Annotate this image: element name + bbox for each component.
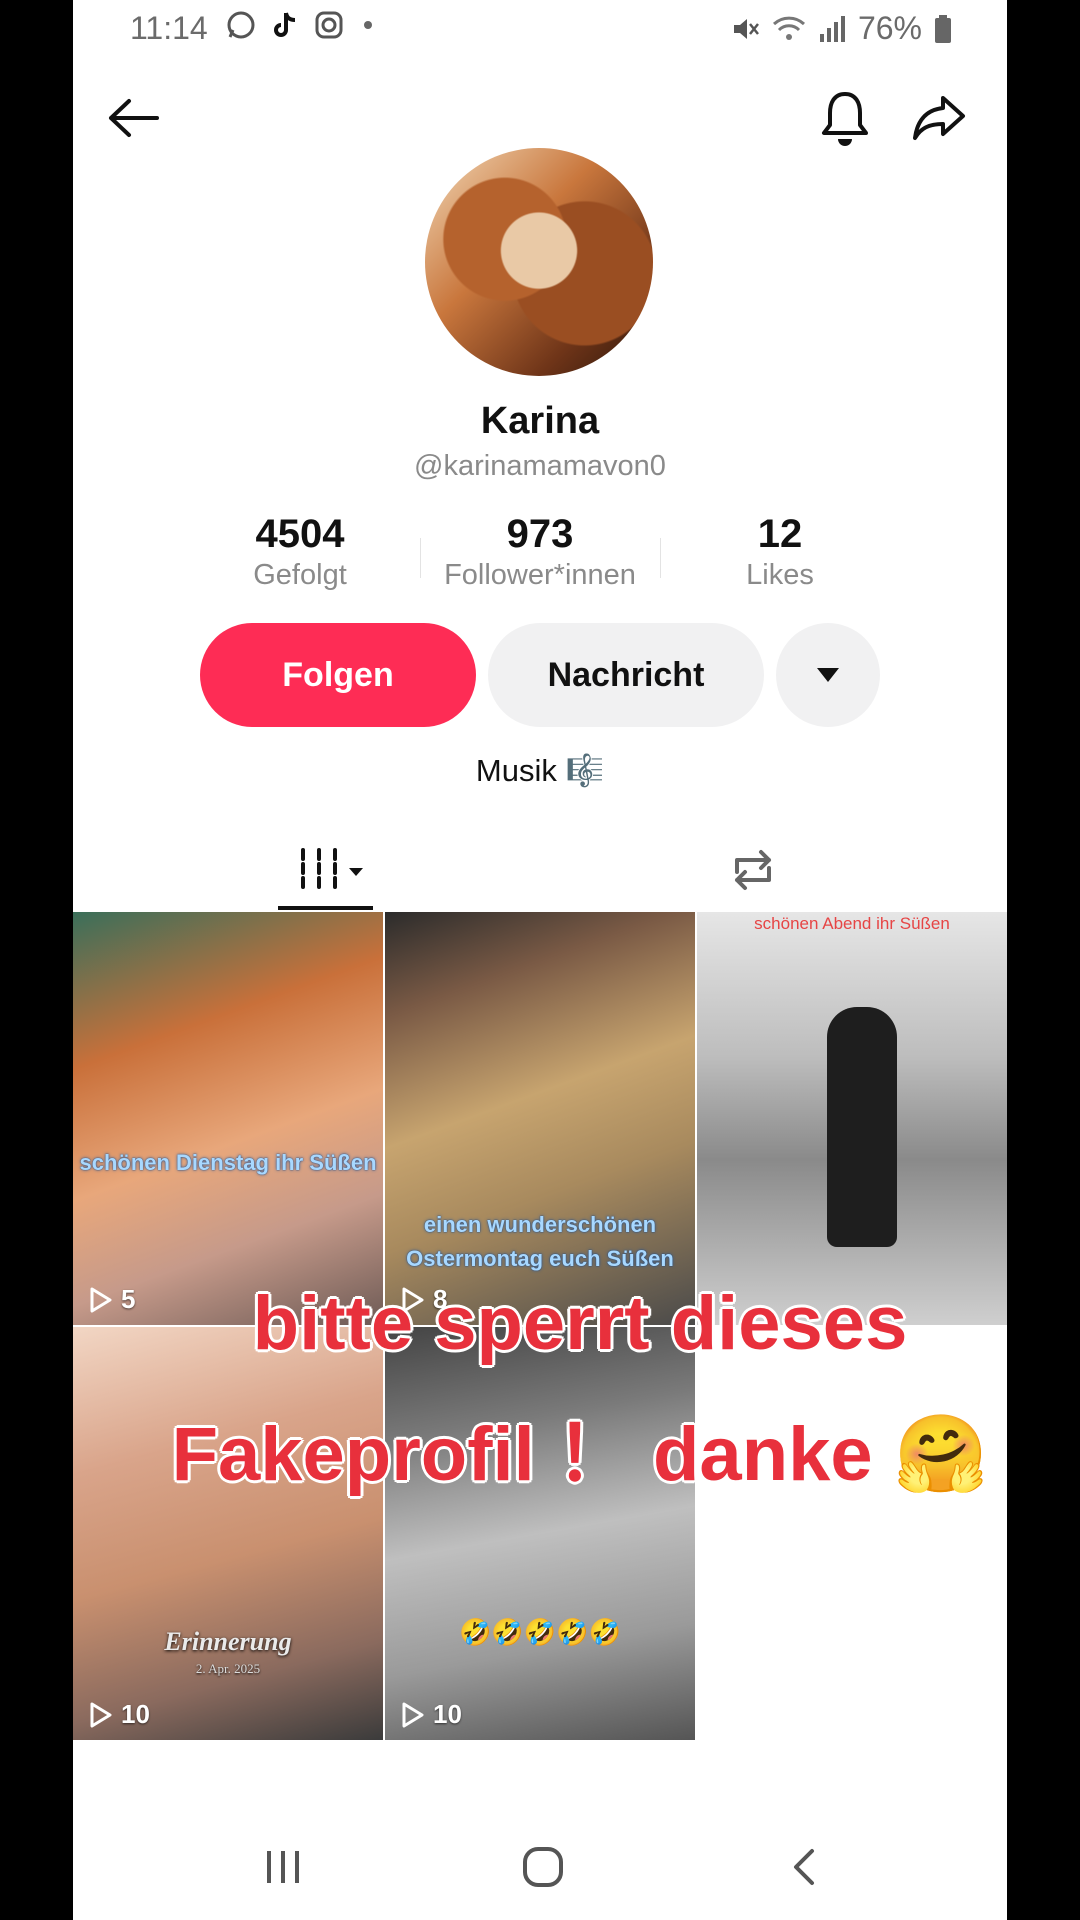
battery-percent: 76%	[857, 10, 922, 46]
video-thumbnail[interactable]: schönen Abend ihr Süßen	[697, 912, 1007, 1325]
back-arrow-icon	[109, 99, 159, 137]
video-caption: schönen Abend ihr Süßen	[754, 914, 950, 933]
system-navigation-bar	[73, 1820, 1007, 1920]
profile-screen: 11:14 76% Karina @karinamamavon0 4504 Ge…	[73, 0, 1007, 1920]
caret-down-icon	[817, 668, 839, 682]
wifi-icon	[772, 16, 805, 40]
play-icon	[90, 1702, 112, 1727]
stat-value: 4504	[255, 512, 345, 556]
video-caption: 🤣🤣🤣🤣🤣	[459, 1617, 621, 1647]
overlay-text-line-2: Fakeprofil ！ danke 🤗	[171, 1412, 989, 1497]
mute-icon	[733, 18, 759, 39]
battery-icon	[935, 14, 951, 43]
profile-stats: 4504 Gefolgt 973 Follower*innen 12 Likes	[73, 512, 1007, 602]
stat-followers[interactable]: 973 Follower*innen	[420, 512, 660, 592]
stat-value: 12	[757, 512, 803, 556]
stat-label: Likes	[746, 559, 814, 591]
recent-apps-button[interactable]	[253, 1842, 313, 1892]
video-caption: Erinnerung	[164, 1627, 292, 1656]
video-thumbnail[interactable]: 🤣🤣🤣🤣🤣 10	[385, 1327, 695, 1740]
tab-videos[interactable]	[293, 840, 373, 900]
share-button[interactable]	[909, 88, 969, 148]
tab-reposts[interactable]	[723, 840, 783, 900]
recent-apps-icon	[267, 1851, 299, 1883]
repost-icon	[735, 850, 771, 890]
video-caption: schönen Dienstag ihr Süßen	[79, 1150, 377, 1175]
stat-label: Follower*innen	[444, 559, 636, 591]
message-button[interactable]: Nachricht	[488, 623, 764, 727]
profile-name: Karina	[480, 400, 600, 442]
system-indicators: 76%	[730, 10, 952, 47]
avatar[interactable]	[425, 148, 653, 376]
profile-handle: @karinamamavon0	[414, 450, 666, 482]
back-button[interactable]	[103, 88, 163, 148]
stat-value: 973	[506, 512, 574, 556]
suggestions-dropdown-button[interactable]	[776, 623, 880, 727]
video-caption: einen wunderschönen	[423, 1212, 657, 1237]
video-thumbnail[interactable]: schönen Dienstag ihr Süßen 5	[73, 912, 383, 1325]
share-arrow-icon	[913, 96, 965, 140]
follow-button[interactable]: Folgen	[200, 623, 476, 727]
content-tabs	[73, 830, 1007, 912]
videos-grid-icon	[301, 848, 363, 892]
stat-label: Gefolgt	[253, 559, 347, 591]
system-back-button[interactable]	[773, 1842, 833, 1892]
view-count-value: 10	[121, 1699, 150, 1729]
play-icon	[402, 1702, 424, 1727]
profile-bio: Musik 🎼	[475, 753, 605, 788]
stat-likes[interactable]: 12 Likes	[660, 512, 900, 592]
home-button[interactable]	[513, 1842, 573, 1892]
view-count-value: 10	[433, 1699, 462, 1729]
play-icon	[90, 1287, 112, 1312]
signal-icon	[819, 15, 845, 42]
active-tab-indicator	[278, 906, 373, 910]
video-caption: 2. Apr. 2025	[195, 1661, 261, 1676]
top-bar	[73, 88, 1007, 148]
person-silhouette	[827, 1007, 897, 1247]
bell-icon	[822, 92, 868, 146]
overlay-text-line-1: bitte sperrt dieses	[252, 1281, 908, 1366]
more-notifications-dot-icon	[364, 21, 372, 29]
video-thumbnail[interactable]: einen wunderschönen Ostermontag euch Süß…	[385, 912, 695, 1325]
chevron-left-icon	[794, 1849, 814, 1885]
view-count: 10	[89, 1699, 150, 1730]
view-count: 10	[401, 1699, 462, 1730]
tiktok-icon	[274, 12, 296, 37]
video-thumbnail[interactable]: Erinnerung 2. Apr. 2025 10	[73, 1327, 383, 1740]
status-bar: 11:14 76%	[73, 0, 1007, 56]
whatsapp-icon	[227, 11, 255, 39]
home-icon	[523, 1847, 563, 1887]
stat-following[interactable]: 4504 Gefolgt	[180, 512, 420, 592]
notification-bell-button[interactable]	[815, 88, 875, 148]
notification-icons	[226, 10, 378, 40]
video-caption: Ostermontag euch Süßen	[406, 1246, 674, 1271]
instagram-icon	[315, 11, 343, 39]
status-time: 11:14	[130, 10, 208, 46]
